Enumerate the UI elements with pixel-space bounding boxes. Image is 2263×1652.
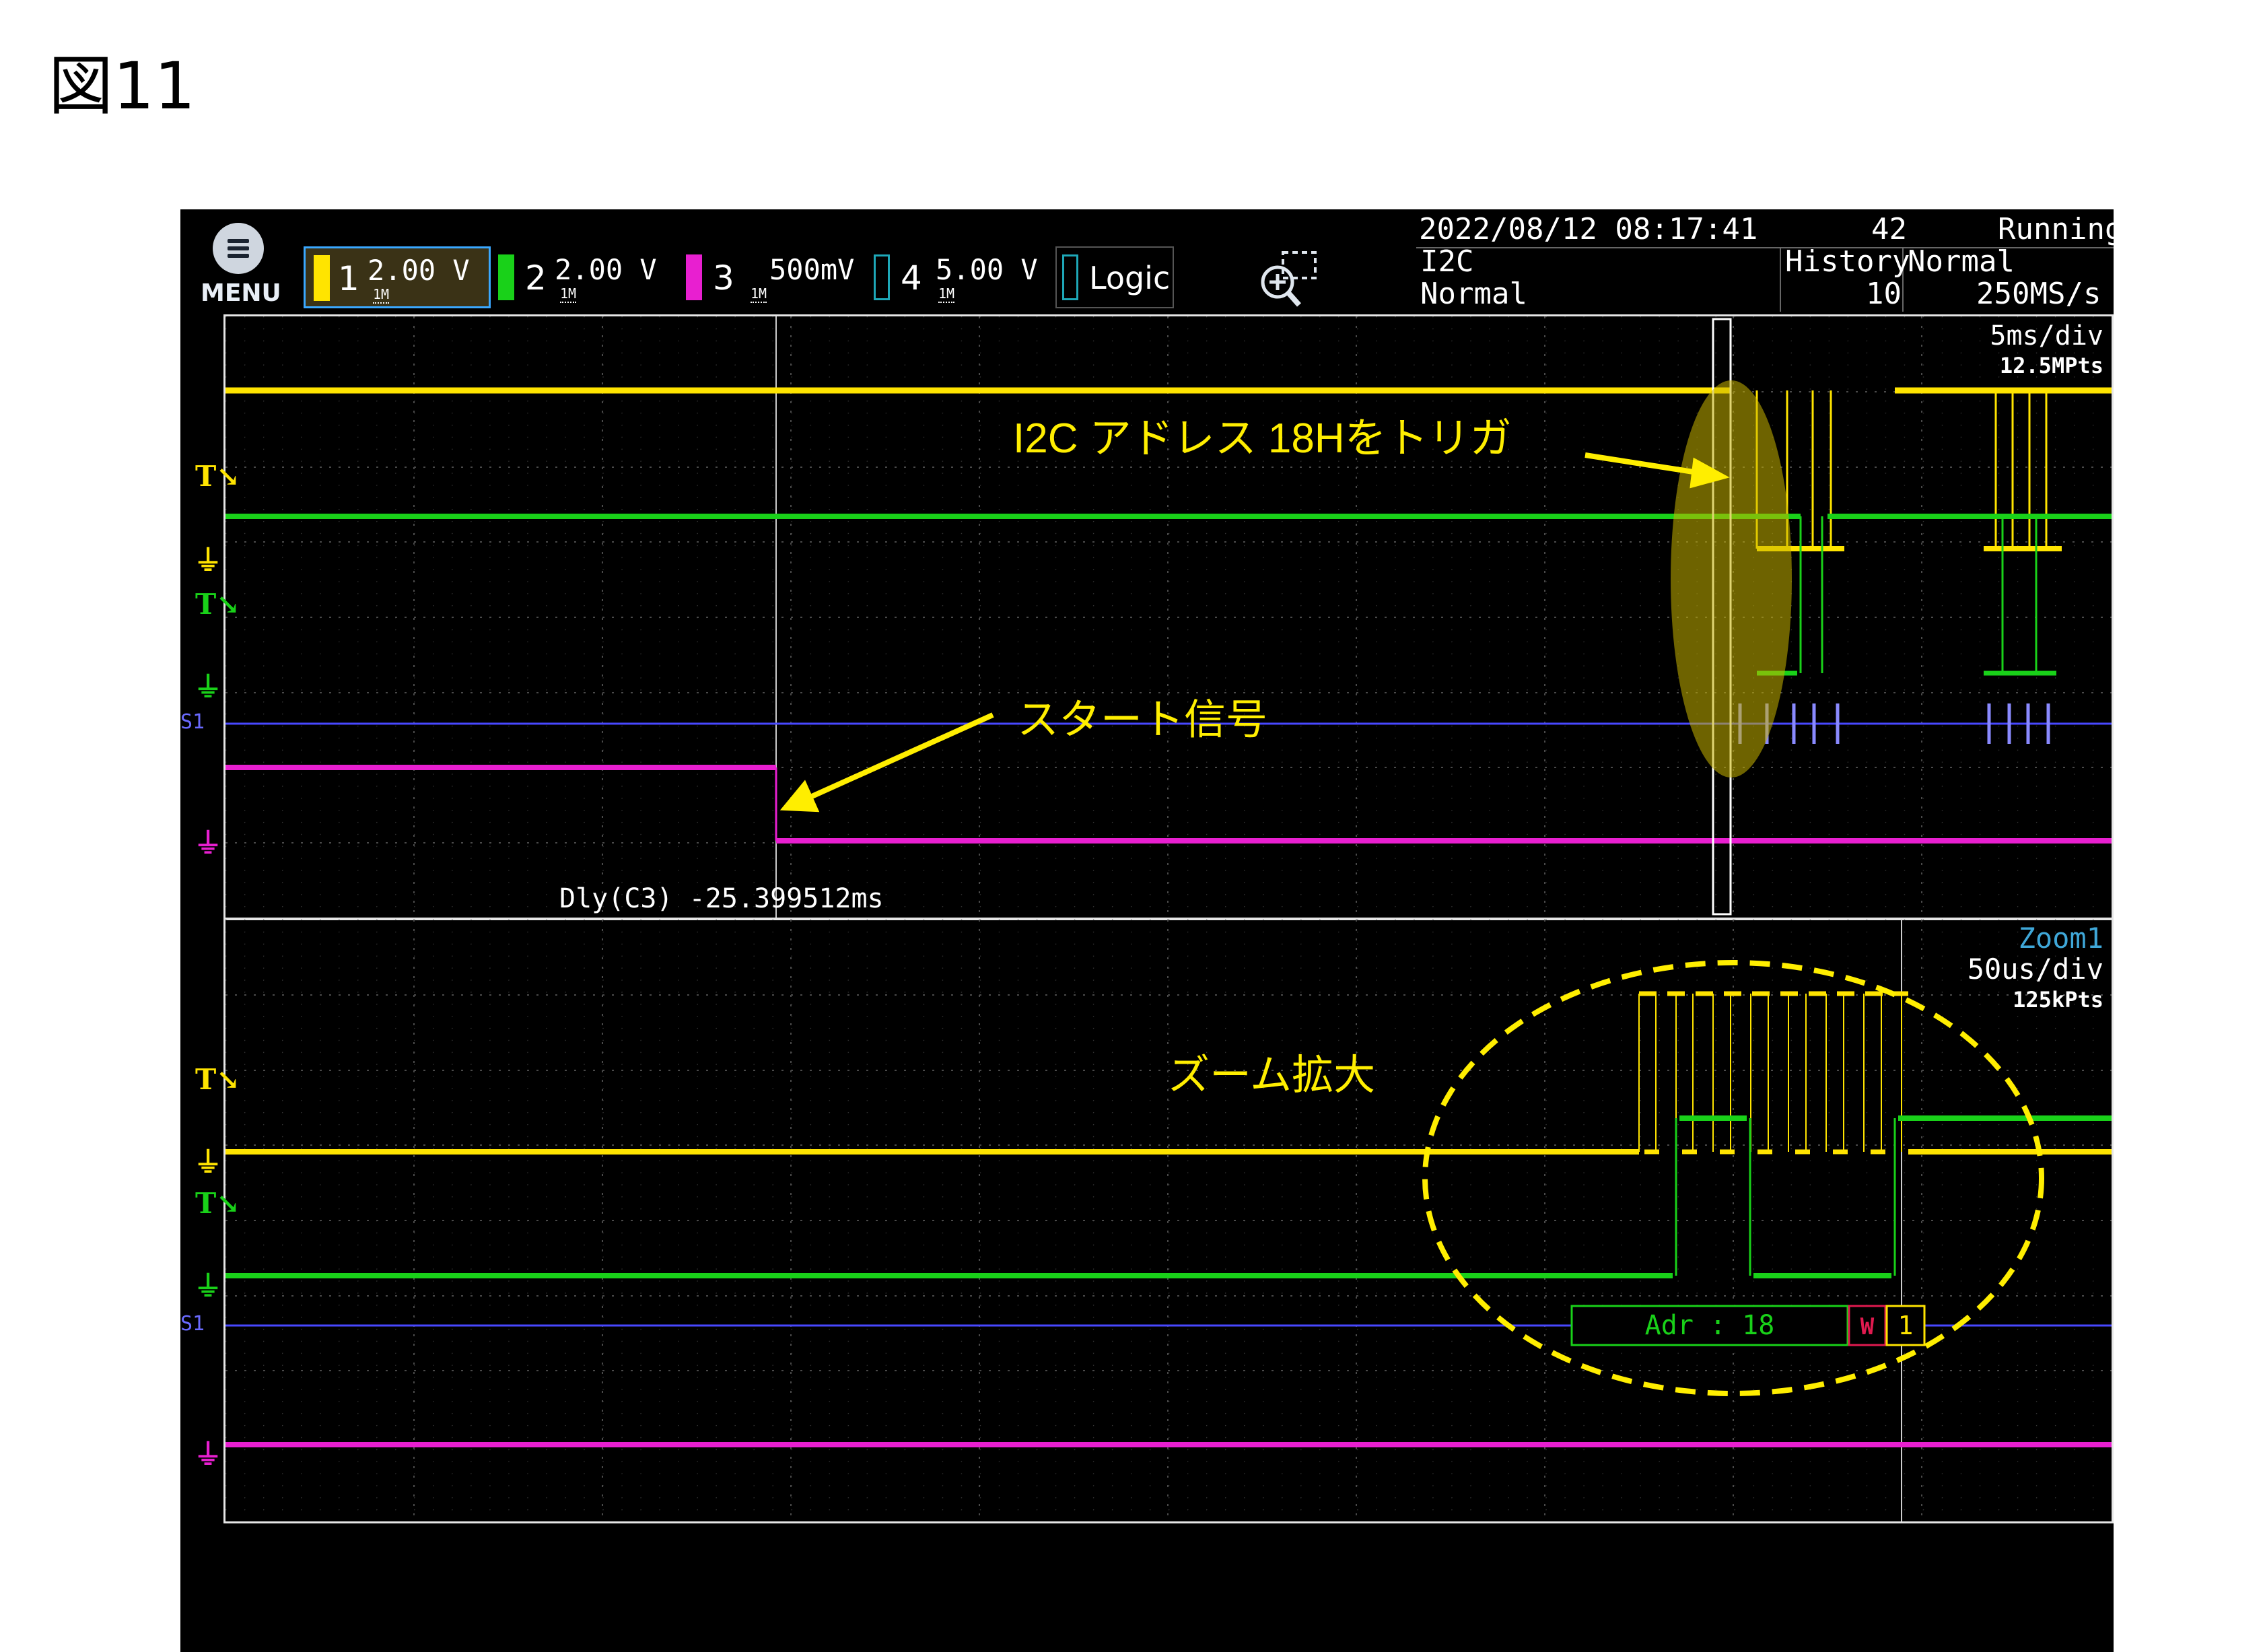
run-state: Running: [1998, 212, 2114, 246]
zoom-ch3-ground-marker[interactable]: ⏚: [194, 1432, 222, 1473]
channel-2-color-bar: [498, 254, 514, 300]
delay-readout: Dly(C3) -25.399512ms: [559, 883, 884, 914]
zoom-ch1-ground-marker[interactable]: ⏚: [194, 1140, 222, 1181]
logic-color-bar: [1062, 254, 1078, 300]
serial-label-zoom: S1: [180, 1312, 205, 1336]
zoom-ch1-trigger-level-marker[interactable]: T↘: [195, 1063, 240, 1096]
trigger-highlight: [1671, 380, 1792, 778]
logic-button[interactable]: Logic: [1055, 246, 1174, 308]
channel-4-scale: 5.00 V: [936, 253, 1038, 286]
trigger-type: I2C: [1420, 244, 1474, 279]
zoom-waveform-area[interactable]: Adr : 18 W 1 Zoom1 50us/div 125kPts ズーム拡…: [223, 918, 2114, 1523]
ch1-trigger-level-marker[interactable]: T↘: [195, 460, 240, 493]
oscilloscope-screen: MENU 1 2.00 V 1M 2 2.00 V 1M 3 500mV 1M …: [180, 209, 2114, 1652]
channel-2-button[interactable]: 2 2.00 V 1M: [494, 246, 681, 308]
decode-address: Adr : 18: [1645, 1310, 1775, 1341]
sample-rate: 250MS/s: [1976, 277, 2101, 311]
trigger-mode: Normal: [1420, 277, 1527, 311]
zoom-in-icon: [1261, 251, 1317, 307]
history-value: 10: [1866, 277, 1902, 311]
trigger-annotation: I2C アドレス 18Hをトリガ: [1013, 415, 1512, 462]
channel-3-impedance: 1M: [751, 285, 767, 303]
channel-1-impedance: 1M: [373, 286, 390, 304]
serial-label-main: S1: [180, 710, 205, 734]
main-waveform-area[interactable]: Dly(C3) -25.399512ms 5ms/div 12.5MPts I2…: [223, 314, 2114, 920]
channel-1-number: 1: [338, 259, 359, 298]
channel-1-scale: 2.00 V: [368, 254, 470, 287]
logic-label: Logic: [1089, 260, 1171, 296]
menu-label: MENU: [201, 279, 281, 307]
channel-4-button[interactable]: 4 5.00 V 1M: [870, 246, 1057, 308]
channel-4-color-bar: [874, 254, 890, 300]
ch3-ground-marker[interactable]: ⏚: [194, 821, 222, 862]
zoom-annotation: ズーム拡大: [1168, 1052, 1376, 1099]
main-points: 12.5MPts: [2000, 353, 2103, 378]
channel-3-scale: 500mV: [769, 253, 855, 286]
channel-2-scale: 2.00 V: [555, 253, 657, 286]
zoom-tool-button[interactable]: [1257, 248, 1325, 309]
start-signal-annotation: スタート信号: [1017, 697, 1268, 743]
zoom-ch2-ground-marker[interactable]: ⏚: [194, 1264, 222, 1305]
channel-2-impedance: 1M: [560, 285, 577, 303]
figure-title: 図11: [48, 48, 196, 124]
date-time: 2022/08/12 08:17:41: [1419, 212, 1758, 246]
acquisition-mode: Normal: [1908, 244, 2015, 279]
i2c-decode-bar[interactable]: Adr : 18 W 1: [1570, 1305, 1926, 1346]
channel-4-number: 4: [901, 259, 922, 298]
zoom-points: 125kPts: [2013, 987, 2103, 1012]
zoom-timebase: 50us/div: [1968, 953, 2103, 986]
menu-icon: [213, 223, 264, 274]
ch2-trigger-level-marker[interactable]: T↘: [195, 588, 240, 621]
channel-2-number: 2: [525, 259, 547, 298]
zoom-ch2-trigger-level-marker[interactable]: T↘: [195, 1187, 240, 1220]
channel-4-impedance: 1M: [938, 285, 955, 303]
ch2-ground-marker[interactable]: ⏚: [194, 664, 222, 705]
acquisition-count: 42: [1871, 212, 1907, 246]
ch1-ground-marker[interactable]: ⏚: [194, 538, 222, 579]
decode-rw: W: [1860, 1313, 1875, 1340]
channel-3-button[interactable]: 3 500mV 1M: [682, 246, 869, 308]
channel-3-color-bar: [686, 254, 702, 300]
zoom-name: Zoom1: [2019, 922, 2103, 955]
channel-1-color-bar: [314, 255, 330, 301]
main-timebase: 5ms/div: [1990, 320, 2103, 351]
channel-3-number: 3: [713, 259, 734, 298]
decode-ack: 1: [1898, 1311, 1914, 1340]
channel-1-button[interactable]: 1 2.00 V 1M: [304, 246, 491, 308]
history-label: History: [1785, 244, 1910, 279]
